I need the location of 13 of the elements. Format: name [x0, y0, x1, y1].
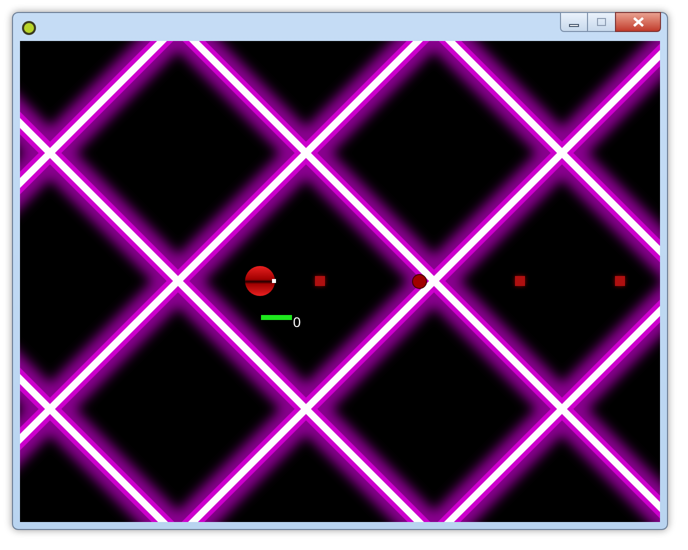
- enemy-block: [315, 276, 325, 286]
- health-bar: [261, 315, 292, 320]
- enemy-block: [615, 276, 625, 286]
- minimize-button[interactable]: [560, 12, 588, 32]
- player-eye: [272, 279, 276, 283]
- gear-icon: [21, 20, 37, 36]
- enemy-block: [515, 276, 525, 286]
- score-counter: 0: [293, 314, 301, 330]
- close-icon: [632, 17, 644, 27]
- minimize-icon: [569, 24, 579, 26]
- maximize-button[interactable]: [588, 12, 615, 32]
- close-button[interactable]: [615, 12, 661, 32]
- maximize-icon: [597, 18, 606, 26]
